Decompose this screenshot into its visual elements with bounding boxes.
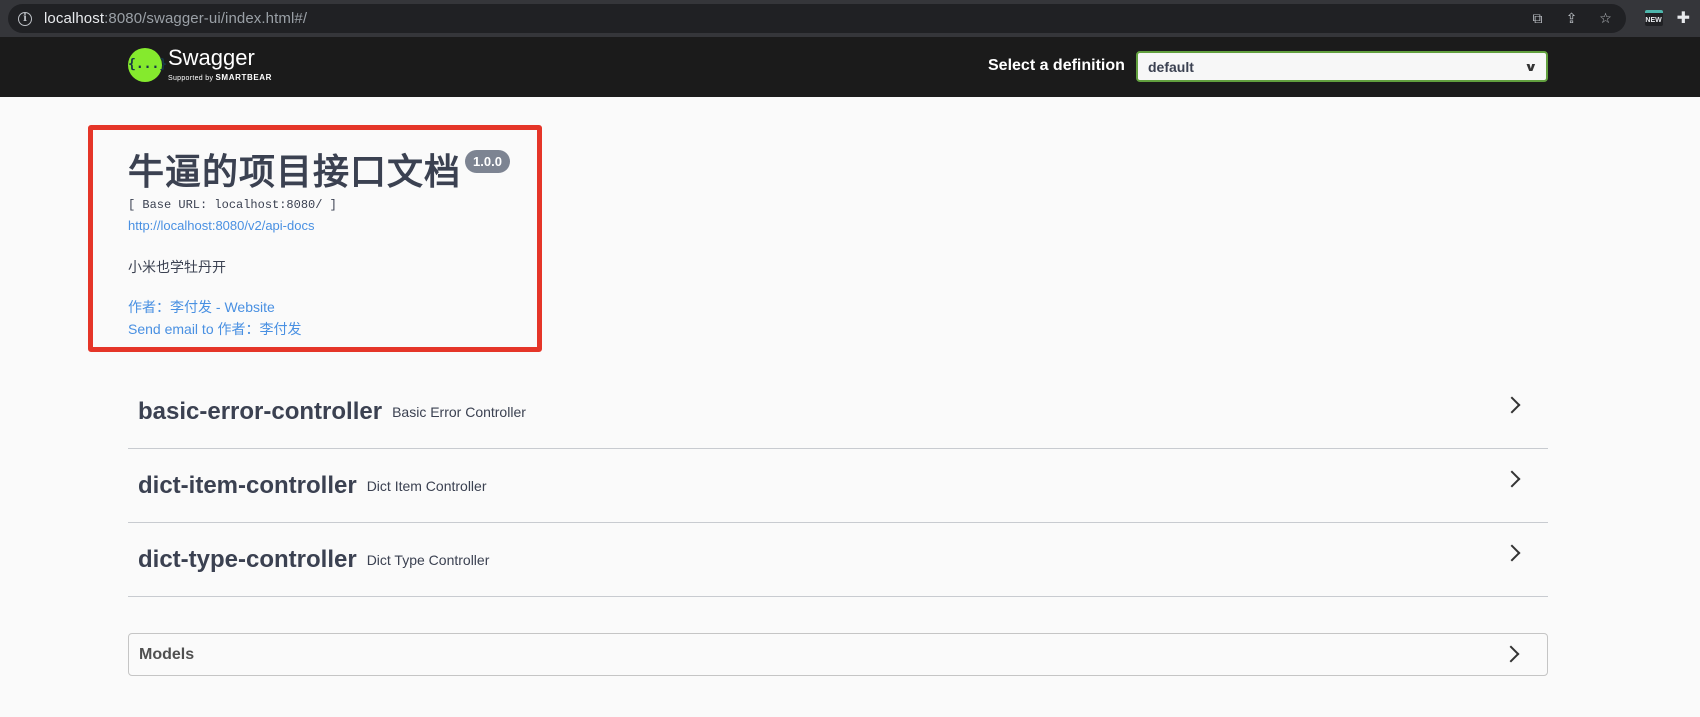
address-bar[interactable]: i localhost:8080/swagger-ui/index.html#/… [8, 4, 1626, 33]
share-icon[interactable]: ⇪ [1563, 10, 1580, 27]
chevron-down-icon: ∨ [1524, 59, 1538, 74]
swagger-logo-icon: {...} [128, 47, 167, 82]
controller-list: basic-error-controller Basic Error Contr… [128, 375, 1548, 597]
definition-selected-value: default [1148, 58, 1194, 75]
new-extension-icon[interactable]: NEW [1644, 10, 1663, 26]
tag-description: Dict Type Controller [366, 551, 490, 568]
chevron-right-icon[interactable] [1503, 470, 1521, 488]
definition-select[interactable]: default ∨ [1136, 51, 1548, 82]
models-title: Models [139, 645, 195, 663]
models-section[interactable]: Models [128, 633, 1548, 676]
tag-name: basic-error-controller [138, 397, 383, 425]
bookmark-star-icon[interactable]: ☆ [1597, 10, 1614, 27]
site-info-icon[interactable]: i [18, 11, 32, 26]
tag-basic-error-controller[interactable]: basic-error-controller Basic Error Contr… [128, 375, 1548, 449]
tag-description: Basic Error Controller [392, 403, 526, 420]
tag-description: Dict Item Controller [366, 477, 487, 494]
translate-icon[interactable]: ⧉ [1529, 10, 1546, 27]
swagger-topbar: {...} Swagger Supported by SMARTBEAR Sel… [0, 37, 1700, 97]
highlight-annotation-box [88, 125, 542, 352]
omnibox-actions: ⧉ ⇪ ☆ [1529, 4, 1614, 33]
url-text[interactable]: localhost:8080/swagger-ui/index.html#/ [44, 10, 307, 27]
puzzle-extensions-icon[interactable]: ✚ [1677, 8, 1690, 28]
tag-name: dict-type-controller [138, 545, 357, 573]
browser-toolbar: i localhost:8080/swagger-ui/index.html#/… [0, 0, 1700, 37]
chevron-right-icon[interactable] [1503, 396, 1521, 414]
tag-name: dict-item-controller [138, 471, 357, 499]
chevron-right-icon[interactable] [1503, 544, 1521, 562]
logo-subtitle: Supported by SMARTBEAR [168, 73, 273, 82]
definition-label: Select a definition [988, 57, 1125, 74]
extensions-area: NEW ✚ [1644, 8, 1690, 28]
tag-dict-item-controller[interactable]: dict-item-controller Dict Item Controlle… [128, 449, 1548, 523]
chevron-right-icon[interactable] [1502, 645, 1520, 663]
tag-dict-type-controller[interactable]: dict-type-controller Dict Type Controlle… [128, 523, 1548, 597]
swagger-logo[interactable]: {...} Swagger Supported by SMARTBEAR [128, 47, 272, 82]
logo-title: Swagger [168, 45, 255, 70]
